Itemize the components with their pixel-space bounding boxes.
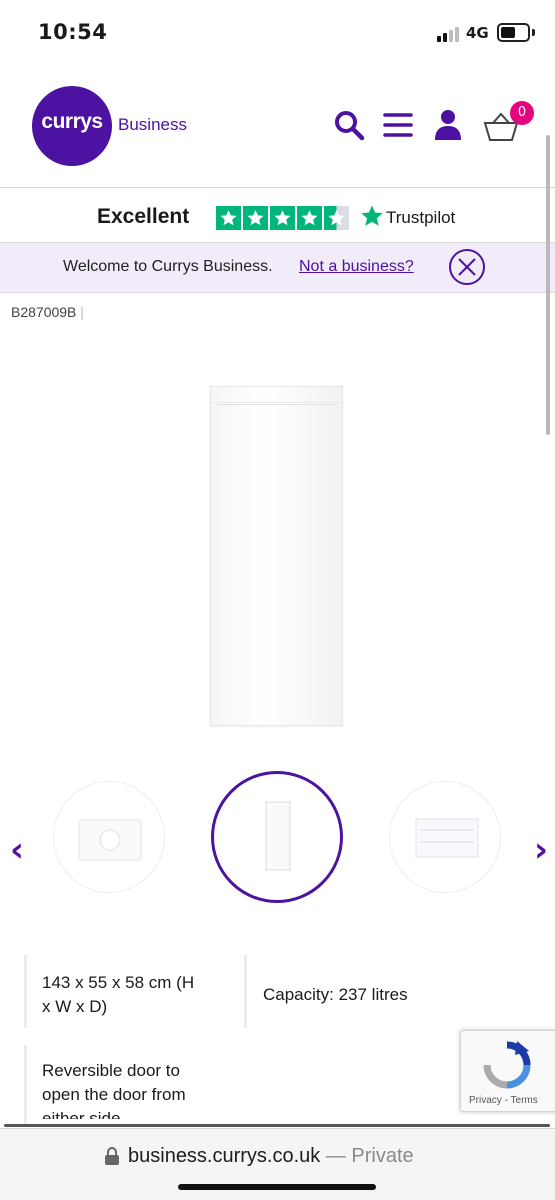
thumbnail-image bbox=[78, 819, 142, 861]
sku-separator: | bbox=[80, 304, 84, 320]
half-star-icon bbox=[324, 206, 349, 230]
thumbnail-control-panel[interactable] bbox=[53, 781, 165, 893]
spec-door-line: open the door from bbox=[42, 1085, 186, 1104]
thumbnail-image bbox=[415, 818, 479, 858]
sku-code: B287009B bbox=[11, 304, 77, 320]
trustpilot-star-icon bbox=[361, 205, 383, 226]
welcome-text: Welcome to Currys Business. bbox=[63, 258, 273, 275]
trustpilot-bar[interactable]: Excellent Trustpilot bbox=[0, 189, 555, 243]
fridge-handle bbox=[217, 401, 337, 405]
trustpilot-rating-label: Excellent bbox=[97, 205, 190, 228]
thumbnail-interior[interactable] bbox=[389, 781, 501, 893]
logo-word: currys bbox=[41, 110, 103, 133]
spec-capacity: Capacity: 237 litres bbox=[263, 985, 408, 1004]
account-icon[interactable] bbox=[431, 108, 465, 142]
home-indicator[interactable] bbox=[178, 1184, 376, 1190]
logo-business-label: Business bbox=[118, 115, 187, 134]
spec-door-line: Reversible door to bbox=[42, 1061, 180, 1080]
battery-icon bbox=[497, 23, 530, 42]
cart-count-badge: 0 bbox=[510, 101, 534, 125]
spec-dimensions: 143 x 55 x 58 cm (H x W x D) bbox=[42, 971, 232, 1019]
cell-signal-icon bbox=[437, 26, 461, 42]
trustpilot-stars bbox=[216, 206, 349, 230]
recaptcha-terms-link[interactable]: Terms bbox=[511, 1095, 538, 1106]
recaptcha-icon bbox=[483, 1041, 531, 1089]
carousel-prev-button[interactable]: ‹ bbox=[10, 833, 24, 867]
star-icon bbox=[270, 206, 295, 230]
close-banner-button[interactable] bbox=[449, 249, 485, 285]
spec-card-divider bbox=[24, 955, 27, 1028]
spec-reversible-door: Reversible door to open the door from ei… bbox=[42, 1059, 232, 1119]
browser-address-bar[interactable]: business.currys.co.uk — Private bbox=[0, 1128, 555, 1200]
menu-icon[interactable] bbox=[382, 108, 416, 142]
carousel-next-button[interactable]: › bbox=[534, 833, 548, 867]
url-display[interactable]: business.currys.co.uk — Private bbox=[128, 1145, 414, 1168]
recaptcha-privacy-link[interactable]: Privacy bbox=[469, 1095, 502, 1106]
network-type: 4G bbox=[466, 24, 489, 42]
private-mode-label: — Private bbox=[325, 1145, 414, 1167]
search-icon[interactable] bbox=[332, 108, 366, 142]
recaptcha-badge[interactable]: Privacy - Terms bbox=[460, 1030, 555, 1112]
star-icon bbox=[243, 206, 268, 230]
star-icon bbox=[216, 206, 241, 230]
not-a-business-link[interactable]: Not a business? bbox=[299, 258, 414, 276]
trustpilot-brand: Trustpilot bbox=[386, 208, 456, 227]
spec-card-divider bbox=[244, 955, 247, 1028]
recaptcha-links: Privacy - Terms bbox=[469, 1095, 538, 1106]
spec-door-line: either side bbox=[42, 1109, 121, 1119]
spec-dimensions-line: x W x D) bbox=[42, 997, 108, 1016]
site-header: currys Business 0 bbox=[0, 68, 555, 188]
status-bar: 10:54 4G bbox=[0, 0, 555, 68]
spec-dimensions-line: 143 x 55 x 58 cm (H bbox=[42, 973, 195, 992]
thumbnail-fridge-front[interactable] bbox=[211, 771, 343, 903]
spec-card-divider bbox=[24, 1045, 27, 1125]
lock-icon bbox=[105, 1147, 119, 1165]
close-icon bbox=[458, 258, 476, 276]
status-time: 10:54 bbox=[38, 20, 108, 44]
page-scrollbar[interactable] bbox=[546, 135, 550, 435]
product-sku: B287009B | bbox=[11, 304, 84, 320]
product-image-fridge[interactable] bbox=[210, 386, 343, 726]
url-text: business.currys.co.uk bbox=[128, 1145, 321, 1167]
battery-tip bbox=[532, 29, 535, 36]
recaptcha-separator: - bbox=[504, 1095, 508, 1106]
page-divider-line bbox=[4, 1124, 550, 1127]
star-icon bbox=[297, 206, 322, 230]
thumbnail-image bbox=[265, 801, 291, 871]
